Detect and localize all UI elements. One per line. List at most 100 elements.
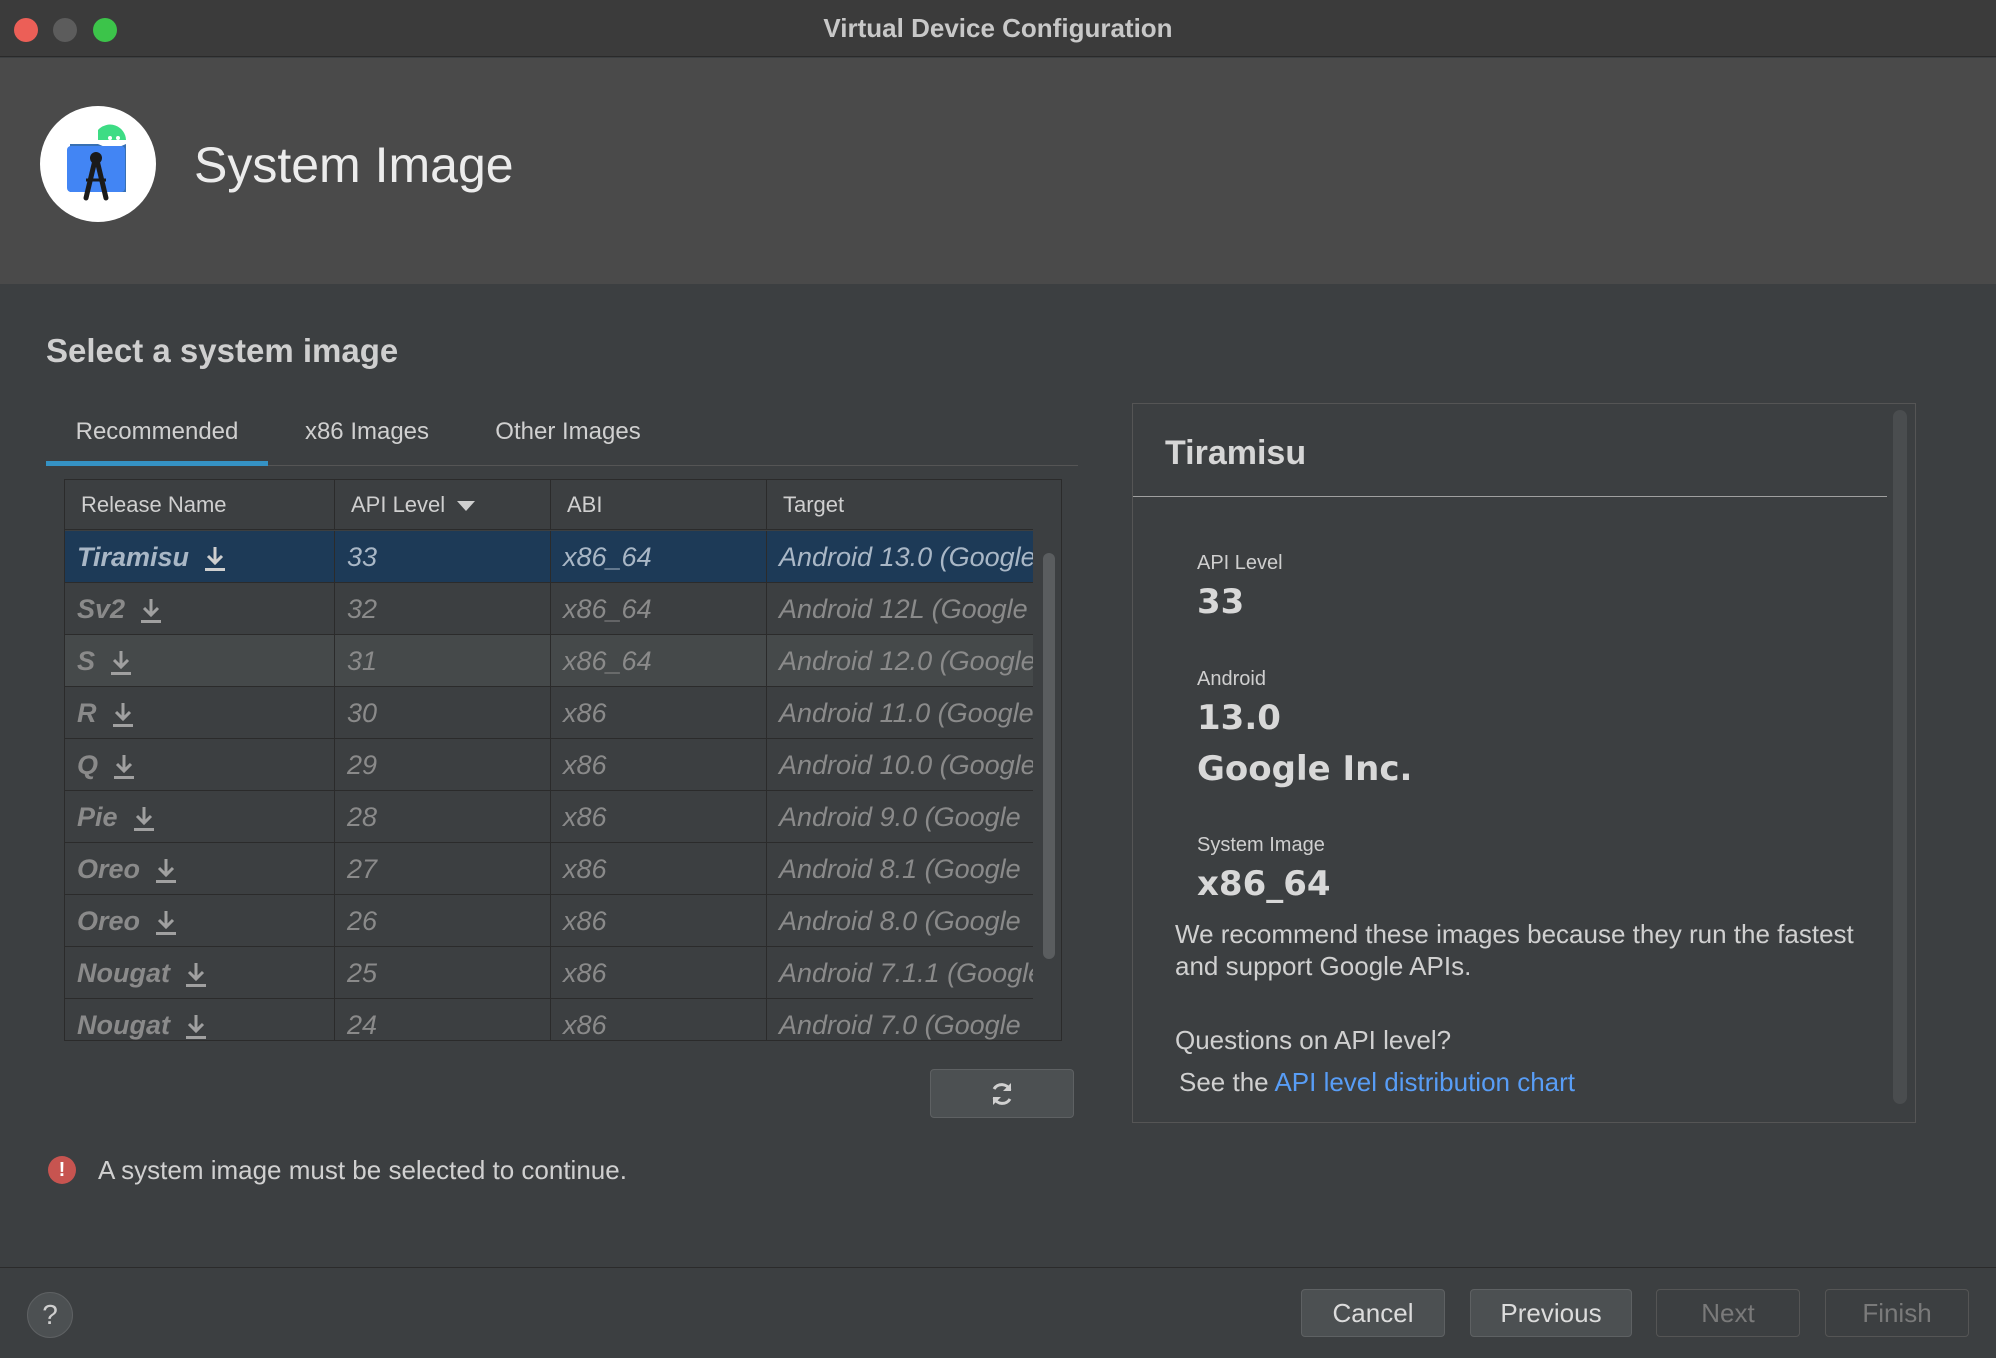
abi-cell: x86 xyxy=(551,947,767,999)
tab-other-images[interactable]: Other Images xyxy=(470,408,666,466)
table-row[interactable]: Tiramisu 33 x86_64 Android 13.0 (Google xyxy=(65,531,1033,583)
release-name: Tiramisu xyxy=(77,542,190,572)
api-level-cell: 31 xyxy=(335,635,551,687)
api-level-cell: 29 xyxy=(335,739,551,791)
system-image-label: System Image xyxy=(1197,834,1325,856)
abi-cell: x86 xyxy=(551,687,767,739)
release-name-cell: Pie xyxy=(65,791,335,843)
release-name: Pie xyxy=(77,802,118,832)
release-name: Oreo xyxy=(77,854,141,884)
table-row[interactable]: S 31 x86_64 Android 12.0 (Google xyxy=(65,635,1033,687)
release-name-cell: Sv2 xyxy=(65,583,335,635)
table-row[interactable]: Pie 28 x86 Android 9.0 (Google xyxy=(65,791,1033,843)
download-icon[interactable] xyxy=(154,857,178,885)
download-icon[interactable] xyxy=(203,545,227,573)
download-icon[interactable] xyxy=(184,1013,208,1041)
tab-recommended[interactable]: Recommended xyxy=(46,408,268,466)
release-name: Q xyxy=(77,750,99,780)
abi-cell: x86 xyxy=(551,739,767,791)
release-name: Sv2 xyxy=(77,594,126,624)
image-details-panel: Tiramisu API Level 33 Android 13.0 Googl… xyxy=(1132,403,1916,1123)
wizard-header: System Image xyxy=(0,58,1996,284)
next-button[interactable]: Next xyxy=(1656,1289,1800,1337)
download-icon[interactable] xyxy=(109,649,133,677)
api-distribution-link[interactable]: API level distribution chart xyxy=(1274,1067,1575,1097)
download-icon[interactable] xyxy=(184,961,208,989)
image-tabs: Recommended x86 Images Other Images xyxy=(46,408,1078,466)
release-name: Nougat xyxy=(77,1010,170,1040)
download-icon[interactable] xyxy=(112,753,136,781)
help-button[interactable]: ? xyxy=(27,1292,73,1338)
api-level-cell: 25 xyxy=(335,947,551,999)
refresh-button[interactable] xyxy=(930,1069,1074,1118)
cancel-button[interactable]: Cancel xyxy=(1301,1289,1445,1337)
system-image-table: Release Name API Level ABI Target Tirami… xyxy=(64,479,1062,1041)
abi-cell: x86 xyxy=(551,843,767,895)
release-name-cell: Nougat xyxy=(65,947,335,999)
column-header-api-level[interactable]: API Level xyxy=(335,480,551,530)
table-row[interactable]: Nougat 24 x86 Android 7.0 (Google xyxy=(65,999,1033,1041)
android-label: Android xyxy=(1197,668,1266,690)
window-title: Virtual Device Configuration xyxy=(823,13,1173,43)
table-row[interactable]: R 30 x86 Android 11.0 (Google xyxy=(65,687,1033,739)
details-title: Tiramisu xyxy=(1165,434,1307,472)
previous-button[interactable]: Previous xyxy=(1470,1289,1632,1337)
download-icon[interactable] xyxy=(111,701,135,729)
table-body: Tiramisu 33 x86_64 Android 13.0 (Google … xyxy=(65,531,1033,1041)
target-cell: Android 9.0 (Google xyxy=(779,802,1021,832)
column-header-label: API Level xyxy=(351,492,446,517)
api-chart-line: See the API level distribution chart xyxy=(1179,1066,1859,1098)
api-level-label: API Level xyxy=(1197,552,1283,574)
download-icon[interactable] xyxy=(139,597,163,625)
api-level-cell: 28 xyxy=(335,791,551,843)
release-name: Nougat xyxy=(77,958,170,988)
target-cell: Android 7.1.1 (Google xyxy=(779,958,1033,988)
api-level-cell: 30 xyxy=(335,687,551,739)
table-row[interactable]: Q 29 x86 Android 10.0 (Google xyxy=(65,739,1033,791)
table-row[interactable]: Nougat 25 x86 Android 7.1.1 (Google xyxy=(65,947,1033,999)
api-question: Questions on API level? xyxy=(1175,1025,1452,1055)
target-cell: Android 11.0 (Google xyxy=(779,698,1033,728)
api-level-cell: 32 xyxy=(335,583,551,635)
table-row[interactable]: Oreo 26 x86 Android 8.0 (Google xyxy=(65,895,1033,947)
target-cell: Android 13.0 (Google xyxy=(779,542,1033,572)
api-level-cell: 24 xyxy=(335,999,551,1040)
abi-cell: x86 xyxy=(551,791,767,843)
tab-x86-images[interactable]: x86 Images xyxy=(282,408,452,466)
abi-cell: x86_64 xyxy=(551,635,767,687)
finish-button[interactable]: Finish xyxy=(1825,1289,1969,1337)
vendor-value: Google Inc. xyxy=(1197,749,1413,789)
table-row[interactable]: Oreo 27 x86 Android 8.1 (Google xyxy=(65,843,1033,895)
abi-cell: x86_64 xyxy=(551,583,767,635)
target-cell: Android 12.0 (Google xyxy=(779,646,1033,676)
table-scrollbar[interactable] xyxy=(1035,531,1061,1040)
target-cell: Android 8.1 (Google xyxy=(779,854,1021,884)
column-header-release-name[interactable]: Release Name xyxy=(65,480,335,530)
sort-descending-icon xyxy=(457,501,476,512)
abi-cell: x86 xyxy=(551,999,767,1040)
download-icon[interactable] xyxy=(154,909,178,937)
validation-message: A system image must be selected to conti… xyxy=(98,1155,627,1185)
target-cell: Android 10.0 (Google xyxy=(779,750,1033,780)
recommendation-text: We recommend these images because they r… xyxy=(1175,919,1854,981)
release-name-cell: Tiramisu xyxy=(65,531,335,583)
release-name: Oreo xyxy=(77,906,141,936)
column-header-abi[interactable]: ABI xyxy=(551,480,767,530)
title-bar: Virtual Device Configuration xyxy=(0,0,1996,57)
api-level-cell: 33 xyxy=(335,531,551,583)
see-the-text: See the xyxy=(1179,1067,1269,1097)
api-level-cell: 27 xyxy=(335,843,551,895)
download-icon[interactable] xyxy=(132,805,156,833)
release-name: R xyxy=(77,698,97,728)
table-row[interactable]: Sv2 32 x86_64 Android 12L (Google xyxy=(65,583,1033,635)
abi-cell: x86_64 xyxy=(551,531,767,583)
target-cell: Android 12L (Google xyxy=(779,594,1028,624)
table-scrollbar-thumb[interactable] xyxy=(1043,553,1055,959)
target-cell: Android 7.0 (Google xyxy=(779,1010,1021,1040)
release-name-cell: R xyxy=(65,687,335,739)
release-name-cell: Oreo xyxy=(65,843,335,895)
column-header-target[interactable]: Target xyxy=(767,480,1033,530)
android-studio-icon xyxy=(40,106,156,222)
details-scrollbar[interactable] xyxy=(1893,410,1907,1104)
abi-cell: x86 xyxy=(551,895,767,947)
